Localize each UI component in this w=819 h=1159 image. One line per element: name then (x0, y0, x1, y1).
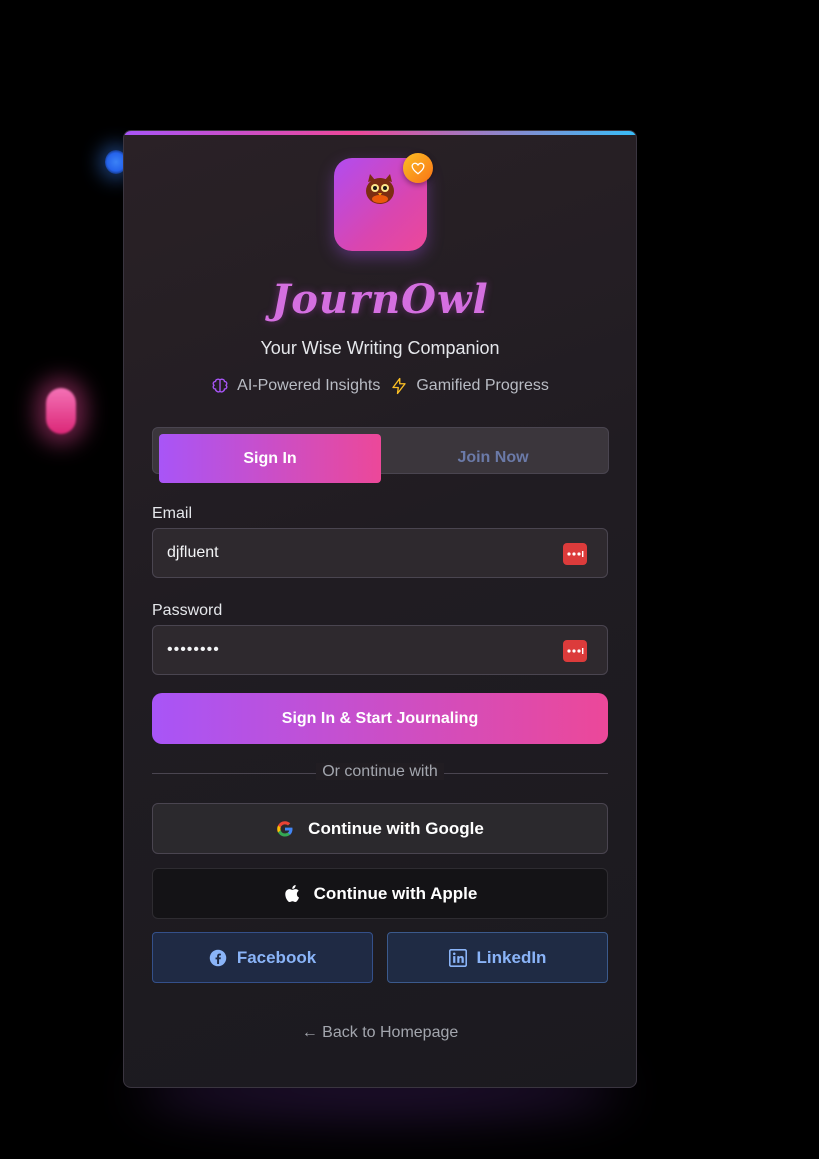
dots-icon (567, 648, 584, 654)
feature-gamified: Gamified Progress (390, 377, 549, 395)
facebook-label: Facebook (236, 947, 317, 967)
google-label: Continue with Google (308, 818, 484, 838)
facebook-icon (209, 949, 227, 966)
facebook-button[interactable]: Facebook (152, 932, 373, 983)
decorative-pink-orb (46, 388, 76, 434)
apple-label: Continue with Apple (313, 883, 478, 903)
linkedin-button[interactable]: LinkedIn (387, 932, 608, 983)
apple-button[interactable]: Continue with Apple (152, 868, 608, 919)
email-label: Email (152, 505, 193, 522)
feature-list: AI-Powered Insights Gamified Progress (124, 377, 636, 395)
password-field[interactable]: •••••••• (152, 625, 608, 675)
feature-ai-insights: AI-Powered Insights (211, 377, 380, 395)
google-button[interactable]: Continue with Google (152, 803, 608, 854)
tagline: Your Wise Writing Companion (260, 338, 500, 358)
email-field[interactable]: djfluent (152, 528, 608, 578)
divider-text: Or continue with (124, 763, 636, 781)
google-icon (277, 820, 293, 836)
feature-gamified-label: Gamified Progress (416, 377, 549, 394)
lightning-icon (392, 377, 407, 395)
dots-icon (567, 551, 584, 557)
login-card: JournOwl Your Wise Writing Companion AI-… (123, 130, 637, 1088)
auth-tabs: Sign In Join Now (152, 427, 609, 483)
heart-badge (403, 153, 433, 183)
apple-icon (284, 885, 299, 903)
card-gradient-bar (124, 131, 636, 135)
brain-icon (212, 378, 228, 393)
back-to-homepage-link[interactable]: ← Back to Homepage (124, 1024, 636, 1042)
password-label: Password (152, 602, 223, 619)
feature-ai-label: AI-Powered Insights (237, 377, 381, 394)
heart-icon (411, 162, 425, 175)
divider-label: Or continue with (316, 763, 444, 780)
password-value: •••••••• (167, 641, 220, 658)
email-value: djfluent (167, 544, 219, 561)
tab-sign-in[interactable]: Sign In (159, 434, 381, 483)
password-manager-icon[interactable] (563, 543, 587, 565)
linkedin-icon (448, 948, 467, 967)
brand-title: JournOwl (271, 276, 489, 323)
tab-join-now[interactable]: Join Now (383, 434, 603, 470)
sign-in-button[interactable]: Sign In & Start Journaling (152, 693, 608, 744)
password-manager-icon[interactable] (563, 640, 587, 662)
linkedin-label: LinkedIn (476, 947, 547, 967)
